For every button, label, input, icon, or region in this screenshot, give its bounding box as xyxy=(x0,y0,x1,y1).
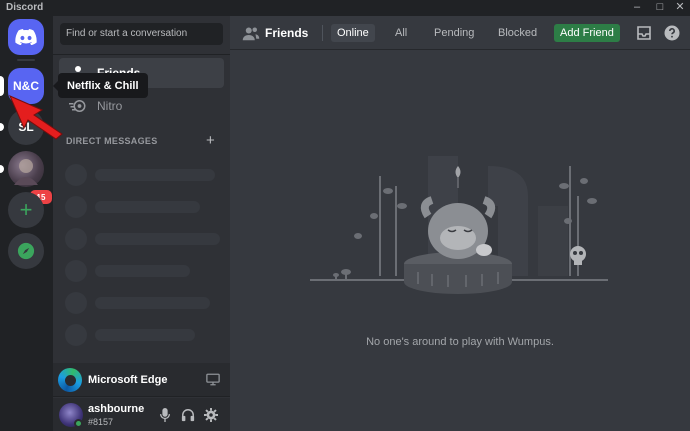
placeholder-avatar xyxy=(65,228,87,250)
placeholder-bar xyxy=(95,201,200,213)
username: ashbourne xyxy=(88,403,145,415)
microphone-icon xyxy=(159,408,171,422)
nitro-icon xyxy=(69,100,86,112)
server-rail: N&C SL 15 + xyxy=(0,16,54,431)
placeholder-avatar xyxy=(65,260,87,282)
placeholder-bar xyxy=(95,297,210,309)
friends-icon xyxy=(242,27,260,41)
edge-icon xyxy=(58,368,82,392)
server-image-avatar[interactable] xyxy=(8,151,44,187)
header-divider xyxy=(322,25,323,41)
tab-pending[interactable]: Pending xyxy=(428,24,480,42)
placeholder-avatar xyxy=(65,324,87,346)
divider xyxy=(53,54,230,55)
user-settings-button[interactable] xyxy=(203,407,219,423)
app-title: Discord xyxy=(6,2,44,13)
rail-separator xyxy=(17,59,35,61)
placeholder-bar xyxy=(95,329,195,341)
close-icon[interactable]: ✕ xyxy=(670,0,690,16)
wumpus-sleeping-illustration xyxy=(310,156,608,294)
add-friend-button[interactable]: Add Friend xyxy=(554,24,620,42)
placeholder-bar xyxy=(95,169,215,181)
mute-button[interactable] xyxy=(157,407,173,423)
unread-pill xyxy=(0,165,4,173)
activity-panel: Microsoft Edge xyxy=(53,363,230,397)
help-icon[interactable] xyxy=(664,25,680,41)
unread-pill xyxy=(0,123,4,131)
page-title: Friends xyxy=(265,26,309,40)
placeholder-bar xyxy=(95,233,220,245)
red-pointer-arrow-icon xyxy=(9,95,63,140)
screen-share-icon[interactable] xyxy=(206,373,220,386)
friends-main: Friends Online All Pending Blocked Add F… xyxy=(230,16,690,431)
minimize-icon[interactable]: – xyxy=(627,0,647,16)
server-photo xyxy=(14,159,38,185)
tab-online[interactable]: Online xyxy=(331,24,375,42)
compass-icon xyxy=(17,242,35,260)
empty-state-message: No one's around to play with Wumpus. xyxy=(366,336,554,348)
dm-section-header: DIRECT MESSAGES xyxy=(66,136,158,146)
friends-header: Friends Online All Pending Blocked Add F… xyxy=(230,16,690,50)
tab-all[interactable]: All xyxy=(389,24,413,42)
search-input[interactable]: Find or start a conversation xyxy=(60,23,223,45)
placeholder-avatar xyxy=(65,196,87,218)
deafen-button[interactable] xyxy=(180,407,196,423)
maximize-icon[interactable]: □ xyxy=(650,0,670,16)
sidebar-item-label: Nitro xyxy=(97,99,123,113)
placeholder-avatar xyxy=(65,164,87,186)
server-tooltip: Netflix & Chill xyxy=(53,73,148,98)
plus-icon: + xyxy=(19,197,33,222)
activity-name: Microsoft Edge xyxy=(88,374,168,386)
create-dm-button[interactable]: + xyxy=(206,132,215,149)
home-button[interactable] xyxy=(8,19,44,55)
placeholder-bar xyxy=(95,265,190,277)
title-bar: Discord – □ ✕ xyxy=(0,0,690,16)
settings-icon xyxy=(204,408,218,422)
explore-servers-button[interactable] xyxy=(8,233,44,269)
user-panel: ashbourne #8157 xyxy=(53,398,230,431)
user-tag: #8157 xyxy=(88,417,114,427)
server-label: N&C xyxy=(13,79,39,93)
placeholder-avatar xyxy=(65,292,87,314)
headphones-icon xyxy=(181,409,195,422)
tab-blocked[interactable]: Blocked xyxy=(492,24,543,42)
selected-pill xyxy=(0,76,4,96)
discord-logo-icon xyxy=(15,29,37,45)
add-server-button[interactable]: + xyxy=(8,192,44,228)
online-status-dot xyxy=(74,419,83,428)
inbox-icon[interactable] xyxy=(636,25,652,41)
